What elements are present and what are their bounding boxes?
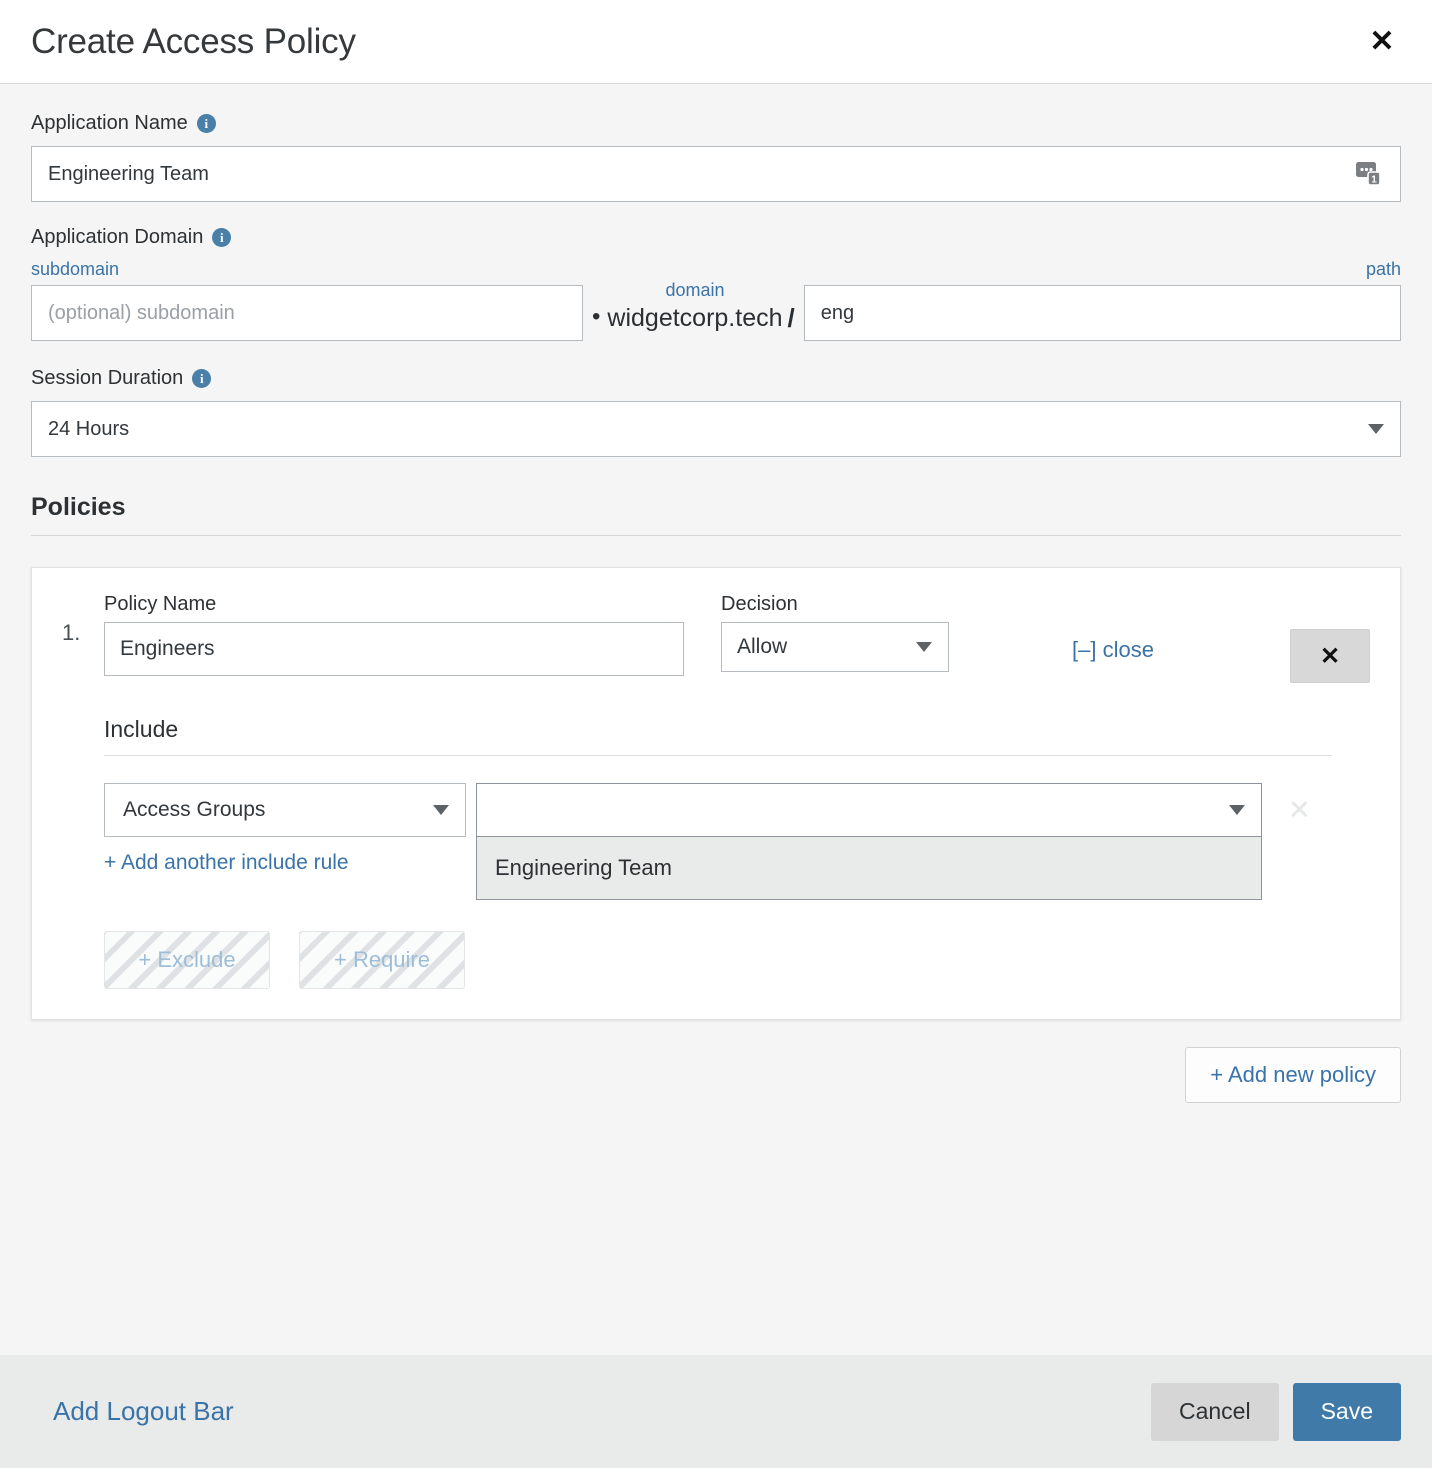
collapse-policy-link[interactable]: [–] close — [1072, 637, 1154, 663]
application-domain-row: subdomain • domain widgetcorp.tech / pat… — [31, 260, 1401, 341]
domain-column: domain widgetcorp.tech — [607, 281, 782, 341]
application-name-label: Application Name i — [31, 112, 1401, 135]
add-new-policy-button[interactable]: + Add new policy — [1185, 1047, 1401, 1103]
session-duration-label: Session Duration i — [31, 367, 1401, 390]
cancel-button[interactable]: Cancel — [1150, 1382, 1279, 1441]
decision-select[interactable]: Allow — [721, 622, 949, 672]
session-duration-select-wrap: 24 Hours — [31, 401, 1401, 457]
password-manager-extension-icon[interactable]: 1 — [1355, 161, 1385, 187]
exclude-require-row: + Exclude + Require — [104, 931, 1370, 989]
page-title: Create Access Policy — [31, 22, 356, 61]
policy-card: 1. Policy Name Decision Allow [–] close … — [31, 567, 1401, 1020]
svg-text:1: 1 — [1371, 175, 1377, 186]
policy-name-input[interactable] — [104, 622, 684, 676]
info-icon[interactable]: i — [192, 369, 212, 388]
add-logout-bar-link[interactable]: Add Logout Bar — [53, 1396, 234, 1427]
decision-column: Decision Allow — [721, 594, 949, 672]
decision-select-wrap: Allow — [721, 622, 949, 672]
rule-value-select[interactable] — [476, 783, 1262, 837]
policy-index: 1. — [62, 620, 81, 645]
application-name-field-group: Application Name i 1 — [31, 112, 1401, 202]
rule-type-select[interactable]: Access Groups — [104, 783, 466, 837]
policy-name-label: Policy Name — [104, 593, 217, 615]
decision-label: Decision — [721, 593, 798, 615]
application-name-input[interactable] — [31, 146, 1401, 202]
policies-section-title: Policies — [31, 493, 1401, 536]
add-policy-row: + Add new policy — [31, 1047, 1401, 1103]
policy-card-header: 1. Policy Name Decision Allow [–] close … — [62, 594, 1370, 683]
info-icon[interactable]: i — [196, 114, 216, 133]
application-name-label-text: Application Name — [31, 112, 188, 134]
info-icon[interactable]: i — [212, 228, 232, 247]
application-name-input-wrap: 1 — [31, 146, 1401, 202]
create-access-policy-modal: Create Access Policy ✕ Application Name … — [0, 0, 1432, 1468]
path-input[interactable] — [803, 285, 1401, 341]
rule-value-select-wrap: Engineering Team — [476, 783, 1262, 900]
path-label: path — [1365, 259, 1401, 279]
include-section-label: Include — [104, 716, 1332, 756]
add-include-rule-link[interactable]: + Add another include rule — [104, 851, 349, 875]
application-domain-field-group: Application Domain i subdomain • domain … — [31, 226, 1401, 341]
save-button[interactable]: Save — [1292, 1382, 1401, 1441]
rule-value-dropdown-list: Engineering Team — [476, 837, 1262, 900]
domain-value: widgetcorp.tech — [607, 304, 783, 332]
application-domain-label-text: Application Domain — [31, 226, 204, 248]
session-duration-field-group: Session Duration i 24 Hours — [31, 367, 1401, 457]
footer-buttons: Cancel Save — [1150, 1382, 1401, 1441]
subdomain-input[interactable] — [31, 285, 583, 341]
add-require-button[interactable]: + Require — [299, 931, 465, 989]
add-exclude-button[interactable]: + Exclude — [104, 931, 270, 989]
modal-body: Application Name i 1 Application Domain — [0, 84, 1432, 1355]
domain-separator-dot: • — [592, 303, 601, 330]
rule-type-select-wrap: Access Groups — [104, 783, 466, 837]
session-duration-select[interactable]: 24 Hours — [31, 401, 1401, 457]
session-duration-label-text: Session Duration — [31, 367, 184, 389]
path-column: path — [803, 259, 1401, 341]
domain-label: domain — [665, 280, 725, 300]
subdomain-column: subdomain — [31, 260, 583, 341]
clear-rule-value-icon[interactable]: ✕ — [1288, 783, 1311, 837]
path-slash: / — [787, 303, 795, 333]
remove-policy-button[interactable]: ✕ — [1290, 629, 1370, 683]
application-domain-label: Application Domain i — [31, 226, 1401, 249]
modal-header: Create Access Policy ✕ — [0, 0, 1432, 84]
policy-name-column: Policy Name — [104, 594, 684, 676]
modal-footer: Add Logout Bar Cancel Save — [0, 1355, 1432, 1468]
subdomain-label: subdomain — [31, 259, 120, 279]
dropdown-option-engineering-team[interactable]: Engineering Team — [477, 837, 1261, 899]
include-rule-row: Access Groups Engineering Team ✕ — [104, 783, 1370, 900]
close-icon[interactable]: ✕ — [1362, 22, 1402, 62]
